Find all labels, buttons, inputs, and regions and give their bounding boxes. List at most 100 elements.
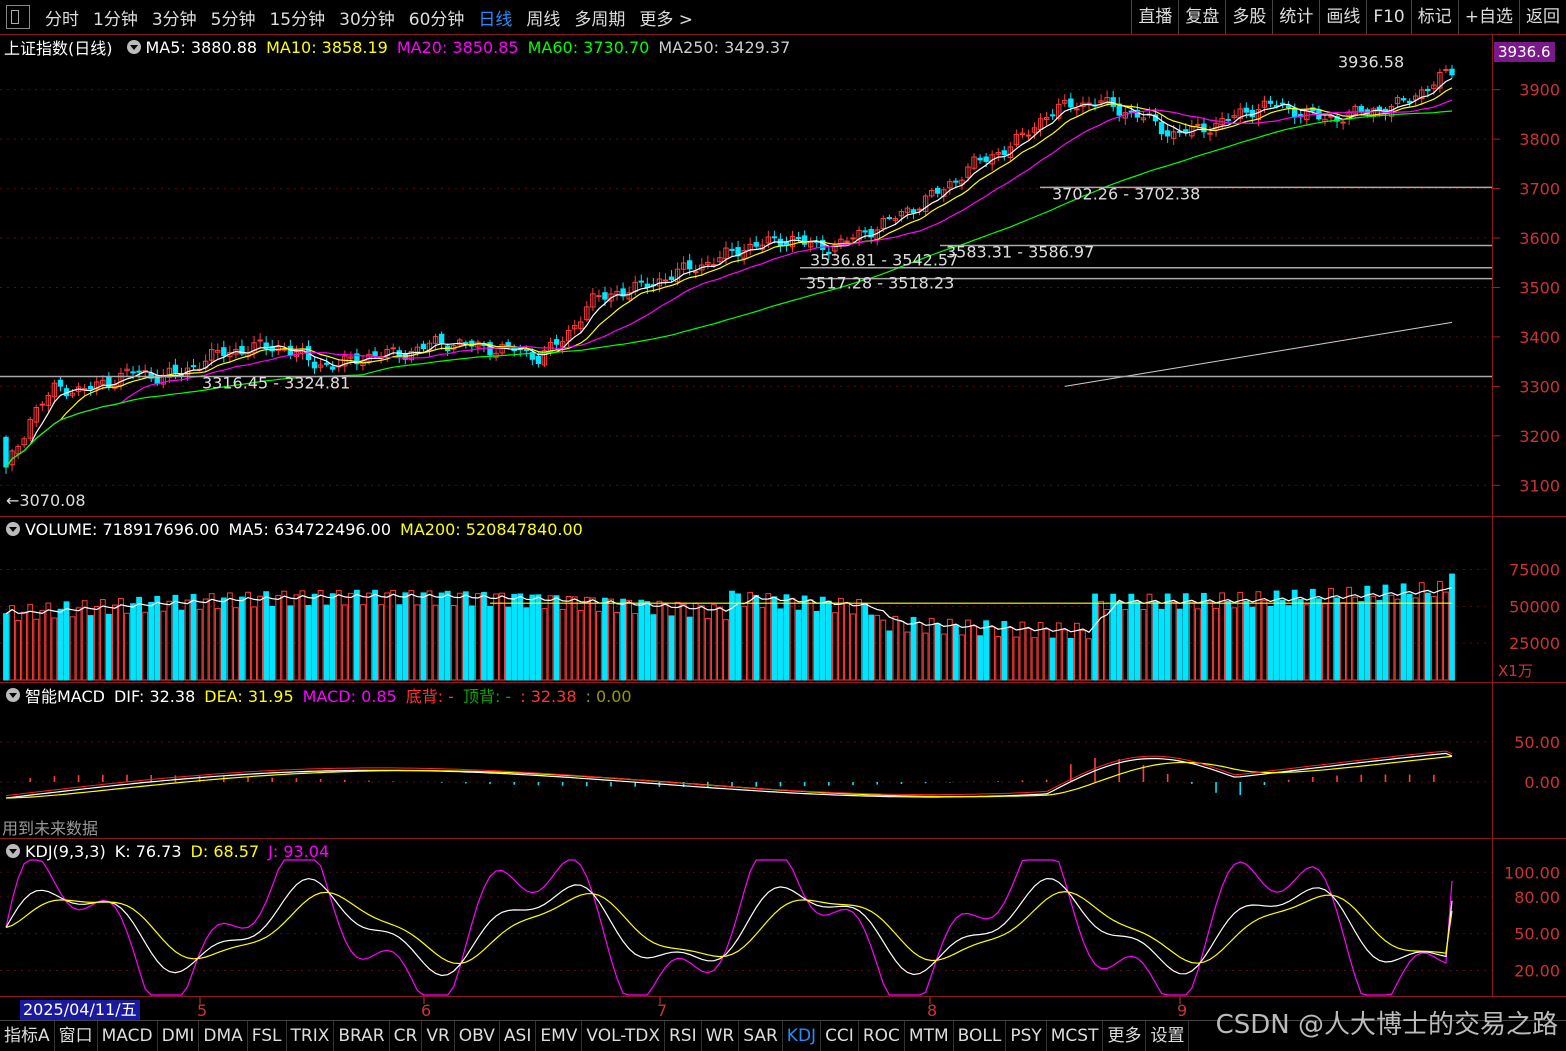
y-tick-label: 3800: [1519, 130, 1560, 149]
volume-bar: [499, 592, 506, 681]
candle-body: [1195, 123, 1201, 126]
candle-body: [1128, 110, 1135, 113]
indicator-tab-10[interactable]: OBV: [455, 1021, 500, 1051]
indicator-tab-15[interactable]: WR: [702, 1021, 740, 1051]
candle-body: [57, 379, 64, 387]
volume-bar: [819, 596, 826, 681]
candle-body: [1025, 134, 1032, 137]
volume-bar: [553, 595, 560, 681]
indicator-tab-23[interactable]: MCST: [1047, 1021, 1104, 1051]
indicator-tab-20[interactable]: MTM: [905, 1021, 954, 1051]
volume-bar: [1412, 597, 1419, 681]
indicator-tab-4[interactable]: DMA: [199, 1021, 248, 1051]
support-label: 3702.26 - 3702.38: [1052, 184, 1200, 203]
volume-bar: [39, 610, 46, 681]
indicator-tab-17[interactable]: KDJ: [783, 1021, 822, 1051]
volume-bar: [668, 615, 675, 681]
candle-body: [668, 276, 675, 281]
volume-bar: [317, 590, 324, 681]
volume-bar: [27, 603, 34, 681]
volume-bar: [1092, 593, 1098, 681]
indicator-tab-14[interactable]: RSI: [665, 1021, 702, 1051]
x-tick-label: 6: [421, 1001, 431, 1020]
volume-bar: [444, 590, 451, 681]
volume-bar: [844, 602, 850, 681]
indicator-tab-1[interactable]: 窗口: [55, 1021, 98, 1051]
volume-bar: [529, 594, 536, 681]
volume-bar: [632, 613, 639, 681]
candle-body: [311, 361, 318, 369]
volume-bar: [1025, 628, 1032, 681]
indicator-tab-21[interactable]: BOLL: [954, 1021, 1007, 1051]
volume-bar: [1358, 601, 1365, 681]
volume-bar: [789, 597, 796, 681]
volume-bar: [1049, 637, 1056, 681]
indicator-tab-22[interactable]: PSY: [1006, 1021, 1047, 1051]
indicator-tab-9[interactable]: VR: [422, 1021, 455, 1051]
candle-body: [130, 371, 136, 374]
y-tick-label: 50.00: [1514, 733, 1560, 752]
volume-bar: [402, 592, 409, 681]
volume-bar: [1249, 606, 1256, 681]
watermark: CSDN @人大博士的交易之路: [1215, 1010, 1558, 1040]
volume-bar: [1037, 622, 1044, 681]
candle-body: [1400, 98, 1407, 101]
volume-bar: [233, 607, 239, 681]
dif-line: [5, 752, 1453, 799]
chart-canvas[interactable]: 3100 3200 3300 3400 3500 3600 3700 3800 3900 3936…: [0, 0, 1566, 1050]
y-tick-label: 3100: [1519, 476, 1560, 495]
volume-bar: [686, 616, 693, 681]
volume-bar: [638, 599, 645, 681]
volume-bar: [15, 620, 22, 681]
indicator-tab-2[interactable]: MACD: [98, 1021, 158, 1051]
y-tick-label: 0.00: [1524, 773, 1560, 792]
volume-bar: [656, 600, 663, 681]
volume-bar: [462, 591, 469, 681]
volume-bar: [257, 595, 264, 681]
indicator-tab-7[interactable]: BRAR: [334, 1021, 390, 1051]
volume-bar: [21, 611, 28, 681]
support-label: 3583.31 - 3586.97: [946, 242, 1094, 261]
volume-bar: [1019, 621, 1026, 681]
indicator-tab-24[interactable]: 更多: [1103, 1021, 1147, 1051]
volume-bar: [220, 597, 227, 681]
support-label: 3316.45 - 3324.81: [202, 373, 350, 392]
x-tick-label: 5: [197, 1001, 207, 1020]
volume-bar: [1225, 601, 1232, 681]
indicator-tab-6[interactable]: TRIX: [287, 1021, 335, 1051]
indicator-tab-12[interactable]: EMV: [536, 1021, 583, 1051]
volume-bar: [517, 593, 524, 681]
volume-bar: [408, 590, 415, 681]
candle-body: [1279, 102, 1286, 105]
indicator-tab-11[interactable]: ASI: [500, 1021, 537, 1051]
candle-body: [1164, 130, 1171, 137]
volume-bar: [1182, 593, 1189, 681]
candle-body: [523, 348, 530, 351]
volume-bar: [366, 592, 372, 681]
indicator-tab-0[interactable]: 指标A: [0, 1021, 55, 1051]
volume-bar: [596, 610, 602, 681]
candle-body: [1074, 108, 1080, 111]
indicator-tab-19[interactable]: ROC: [859, 1021, 905, 1051]
volume-bar: [1080, 629, 1086, 681]
indicator-tab-5[interactable]: FSL: [248, 1021, 287, 1051]
volume-bar: [1449, 573, 1455, 681]
volume-bar: [1297, 599, 1304, 681]
volume-bar: [801, 595, 808, 681]
volume-bar: [148, 601, 155, 681]
volume-bar: [99, 599, 106, 681]
kdj-k-line: [5, 877, 1453, 977]
volume-bar: [1255, 591, 1262, 681]
indicator-tab-16[interactable]: SAR: [739, 1021, 783, 1051]
indicator-tab-13[interactable]: VOL-TDX: [582, 1021, 665, 1051]
indicator-tab-3[interactable]: DMI: [158, 1021, 200, 1051]
volume-bar: [1158, 608, 1165, 681]
volume-bar: [795, 609, 802, 681]
candle-body: [886, 217, 893, 220]
indicator-tab-18[interactable]: CCI: [821, 1021, 859, 1051]
indicator-tab-8[interactable]: CR: [390, 1021, 423, 1051]
indicator-tab-25[interactable]: 设置: [1146, 1021, 1190, 1051]
candle-body: [596, 295, 602, 298]
volume-bar: [983, 620, 990, 681]
volume-bar: [777, 608, 784, 681]
